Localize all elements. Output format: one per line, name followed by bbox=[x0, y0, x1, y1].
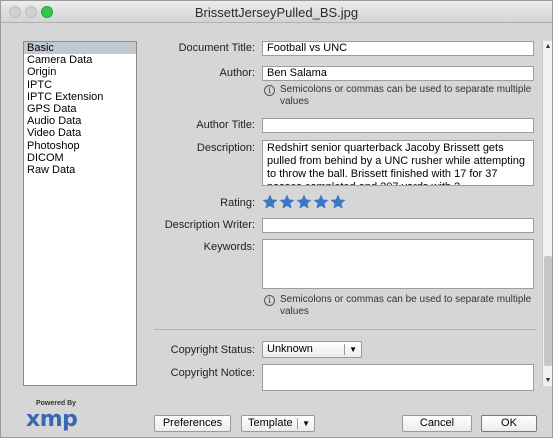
keywords-field[interactable] bbox=[262, 239, 534, 289]
scroll-down-arrow-icon[interactable]: ▼ bbox=[543, 375, 552, 386]
author-hint-text: Semicolons or commas can be used to sepa… bbox=[280, 84, 532, 107]
author-title-label: Author Title: bbox=[196, 119, 255, 131]
author-title-field[interactable] bbox=[262, 118, 534, 133]
copyright-status-label: Copyright Status: bbox=[170, 344, 255, 356]
star-icon[interactable] bbox=[262, 194, 278, 210]
sidebar-item-iptc[interactable]: IPTC bbox=[24, 79, 136, 91]
template-button[interactable]: Template ▼ bbox=[241, 415, 315, 432]
star-icon[interactable] bbox=[279, 194, 295, 210]
info-icon: i bbox=[264, 85, 275, 96]
sidebar-item-iptc-extension[interactable]: IPTC Extension bbox=[24, 91, 136, 103]
sidebar-item-dicom[interactable]: DICOM bbox=[24, 152, 136, 164]
sidebar-item-camera-data[interactable]: Camera Data bbox=[24, 54, 136, 66]
vertical-scrollbar[interactable]: ▲ ▼ bbox=[542, 41, 552, 386]
copyright-status-value: Unknown bbox=[267, 343, 313, 355]
star-icon[interactable] bbox=[330, 194, 346, 210]
author-field[interactable]: Ben Salama bbox=[262, 66, 534, 81]
basic-panel: Document Title: Football vs UNC Author: … bbox=[151, 31, 539, 391]
file-info-dialog: BrissettJerseyPulled_BS.jpg Basic Camera … bbox=[0, 0, 553, 438]
copyright-status-select[interactable]: Unknown ▼ bbox=[262, 341, 362, 358]
rating-stars[interactable] bbox=[262, 194, 346, 210]
template-button-label: Template bbox=[248, 417, 293, 429]
title-bar: BrissettJerseyPulled_BS.jpg bbox=[1, 1, 552, 23]
keywords-hint-text: Semicolons or commas can be used to sepa… bbox=[280, 294, 532, 317]
document-title-field[interactable]: Football vs UNC bbox=[262, 41, 534, 56]
document-title-label: Document Title: bbox=[178, 42, 255, 54]
description-writer-label: Description Writer: bbox=[164, 219, 255, 231]
sidebar-item-origin[interactable]: Origin bbox=[24, 66, 136, 78]
category-list: Basic Camera Data Origin IPTC IPTC Extension… bbox=[23, 41, 137, 386]
info-icon: i bbox=[264, 295, 275, 306]
copyright-notice-field[interactable] bbox=[262, 364, 534, 391]
description-label: Description: bbox=[196, 142, 255, 154]
sidebar-item-photoshop[interactable]: Photoshop bbox=[24, 140, 136, 152]
cancel-button[interactable]: Cancel bbox=[402, 415, 472, 432]
sidebar-item-video-data[interactable]: Video Data bbox=[24, 127, 136, 139]
xmp-logo: xmp bbox=[26, 407, 78, 432]
preferences-button[interactable]: Preferences bbox=[154, 415, 231, 432]
star-icon[interactable] bbox=[296, 194, 312, 210]
description-writer-field[interactable] bbox=[262, 218, 534, 233]
powered-by-label: Powered By bbox=[35, 400, 77, 407]
sidebar-item-audio-data[interactable]: Audio Data bbox=[24, 115, 136, 127]
ok-button[interactable]: OK bbox=[481, 415, 537, 432]
author-hint: i Semicolons or commas can be used to se… bbox=[264, 84, 534, 108]
sidebar-item-gps-data[interactable]: GPS Data bbox=[24, 103, 136, 115]
author-label: Author: bbox=[219, 67, 255, 79]
section-divider bbox=[154, 329, 537, 330]
star-icon[interactable] bbox=[313, 194, 329, 210]
sidebar-item-raw-data[interactable]: Raw Data bbox=[24, 164, 136, 176]
keywords-label: Keywords: bbox=[203, 241, 255, 253]
description-field[interactable]: Redshirt senior quarterback Jacoby Briss… bbox=[262, 140, 534, 186]
rating-label: Rating: bbox=[220, 197, 255, 209]
chevron-down-icon: ▼ bbox=[302, 419, 310, 428]
chevron-down-icon: ▼ bbox=[349, 345, 357, 354]
dropdown-divider bbox=[344, 344, 345, 355]
keywords-hint: i Semicolons or commas can be used to se… bbox=[264, 294, 534, 318]
window-title: BrissettJerseyPulled_BS.jpg bbox=[194, 5, 359, 20]
sidebar-item-basic[interactable]: Basic bbox=[24, 42, 136, 55]
scroll-thumb[interactable] bbox=[544, 256, 552, 366]
copyright-notice-label: Copyright Notice: bbox=[170, 367, 255, 379]
dropdown-divider bbox=[297, 418, 298, 429]
scroll-up-arrow-icon[interactable]: ▲ bbox=[543, 41, 552, 52]
